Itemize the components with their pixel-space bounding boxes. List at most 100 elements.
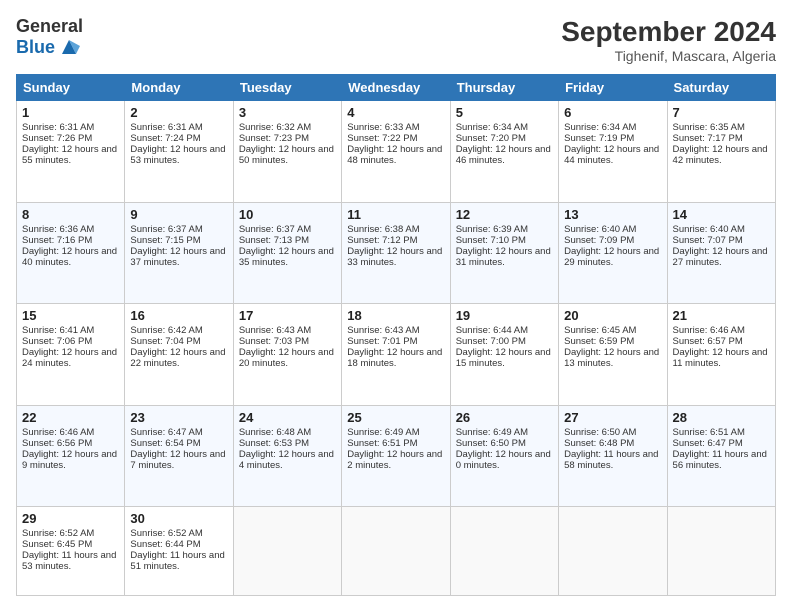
calendar-cell: 26 Sunrise: 6:49 AMSunset: 6:50 PMDayligh…	[450, 405, 558, 507]
day-number: 2	[130, 105, 227, 120]
title-area: September 2024 Tighenif, Mascara, Algeri…	[561, 16, 776, 64]
calendar-table: SundayMondayTuesdayWednesdayThursdayFrid…	[16, 74, 776, 596]
day-header-saturday: Saturday	[667, 75, 775, 101]
calendar-cell: 11 Sunrise: 6:38 AMSunset: 7:12 PMDayligh…	[342, 202, 450, 304]
calendar-cell: 29Sunrise: 6:52 AMSunset: 6:45 PMDayligh…	[17, 507, 125, 596]
day-info: Sunrise: 6:46 AMSunset: 6:56 PMDaylight:…	[22, 427, 119, 471]
calendar-cell: 28 Sunrise: 6:51 AMSunset: 6:47 PMDayligh…	[667, 405, 775, 507]
page: General Blue September 2024 Tighenif, Ma…	[0, 0, 792, 612]
calendar-cell	[667, 507, 775, 596]
day-number: 17	[239, 308, 336, 323]
calendar-cell: 4 Sunrise: 6:33 AMSunset: 7:22 PMDaylight…	[342, 101, 450, 203]
day-info: Sunrise: 6:39 AMSunset: 7:10 PMDaylight:…	[456, 224, 553, 268]
day-number: 15	[22, 308, 119, 323]
day-number: 10	[239, 207, 336, 222]
calendar-cell: 16 Sunrise: 6:42 AMSunset: 7:04 PMDayligh…	[125, 304, 233, 406]
day-info: Sunrise: 6:34 AMSunset: 7:20 PMDaylight:…	[456, 122, 553, 166]
calendar-week-row: 22 Sunrise: 6:46 AMSunset: 6:56 PMDayligh…	[17, 405, 776, 507]
calendar-cell	[559, 507, 667, 596]
day-info: Sunrise: 6:40 AMSunset: 7:09 PMDaylight:…	[564, 224, 661, 268]
header: General Blue September 2024 Tighenif, Ma…	[16, 16, 776, 64]
calendar-cell: 22 Sunrise: 6:46 AMSunset: 6:56 PMDayligh…	[17, 405, 125, 507]
day-number: 23	[130, 410, 227, 425]
day-number: 4	[347, 105, 444, 120]
day-number: 28	[673, 410, 770, 425]
day-info: Sunrise: 6:46 AMSunset: 6:57 PMDaylight:…	[673, 325, 770, 369]
day-number: 9	[130, 207, 227, 222]
calendar-cell: 5 Sunrise: 6:34 AMSunset: 7:20 PMDaylight…	[450, 101, 558, 203]
day-number: 19	[456, 308, 553, 323]
calendar-cell: 17 Sunrise: 6:43 AMSunset: 7:03 PMDayligh…	[233, 304, 341, 406]
calendar-cell: 20 Sunrise: 6:45 AMSunset: 6:59 PMDayligh…	[559, 304, 667, 406]
day-info: Sunrise: 6:38 AMSunset: 7:12 PMDaylight:…	[347, 224, 444, 268]
day-info: Sunrise: 6:37 AMSunset: 7:13 PMDaylight:…	[239, 224, 336, 268]
day-info: Sunrise: 6:34 AMSunset: 7:19 PMDaylight:…	[564, 122, 661, 166]
day-info: Sunrise: 6:45 AMSunset: 6:59 PMDaylight:…	[564, 325, 661, 369]
day-info: Sunrise: 6:50 AMSunset: 6:48 PMDaylight:…	[564, 427, 661, 471]
calendar-week-row: 8 Sunrise: 6:36 AMSunset: 7:16 PMDaylight…	[17, 202, 776, 304]
day-info: Sunrise: 6:47 AMSunset: 6:54 PMDaylight:…	[130, 427, 227, 471]
day-number: 18	[347, 308, 444, 323]
logo-text: General Blue	[16, 16, 83, 58]
calendar-cell: 1 Sunrise: 6:31 AMSunset: 7:26 PMDaylight…	[17, 101, 125, 203]
calendar-cell: 6 Sunrise: 6:34 AMSunset: 7:19 PMDaylight…	[559, 101, 667, 203]
day-header-tuesday: Tuesday	[233, 75, 341, 101]
day-number: 27	[564, 410, 661, 425]
calendar-cell	[342, 507, 450, 596]
day-info: Sunrise: 6:32 AMSunset: 7:23 PMDaylight:…	[239, 122, 336, 166]
day-info: Sunrise: 6:40 AMSunset: 7:07 PMDaylight:…	[673, 224, 770, 268]
day-number: 1	[22, 105, 119, 120]
day-number: 8	[22, 207, 119, 222]
day-number: 6	[564, 105, 661, 120]
day-number: 12	[456, 207, 553, 222]
day-info: Sunrise: 6:42 AMSunset: 7:04 PMDaylight:…	[130, 325, 227, 369]
day-info: Sunrise: 6:33 AMSunset: 7:22 PMDaylight:…	[347, 122, 444, 166]
logo-icon	[58, 36, 80, 58]
calendar-cell: 14Sunrise: 6:40 AMSunset: 7:07 PMDayligh…	[667, 202, 775, 304]
day-number: 26	[456, 410, 553, 425]
calendar-cell: 27 Sunrise: 6:50 AMSunset: 6:48 PMDayligh…	[559, 405, 667, 507]
day-number: 7	[673, 105, 770, 120]
calendar-week-row: 29Sunrise: 6:52 AMSunset: 6:45 PMDayligh…	[17, 507, 776, 596]
day-info: Sunrise: 6:51 AMSunset: 6:47 PMDaylight:…	[673, 427, 770, 471]
day-number: 3	[239, 105, 336, 120]
day-number: 24	[239, 410, 336, 425]
location: Tighenif, Mascara, Algeria	[561, 48, 776, 64]
day-info: Sunrise: 6:43 AMSunset: 7:03 PMDaylight:…	[239, 325, 336, 369]
day-number: 5	[456, 105, 553, 120]
day-info: Sunrise: 6:37 AMSunset: 7:15 PMDaylight:…	[130, 224, 227, 268]
day-info: Sunrise: 6:49 AMSunset: 6:50 PMDaylight:…	[456, 427, 553, 471]
day-header-thursday: Thursday	[450, 75, 558, 101]
calendar-cell: 23 Sunrise: 6:47 AMSunset: 6:54 PMDayligh…	[125, 405, 233, 507]
day-number: 30	[130, 511, 227, 526]
calendar-cell: 3 Sunrise: 6:32 AMSunset: 7:23 PMDaylight…	[233, 101, 341, 203]
day-info: Sunrise: 6:48 AMSunset: 6:53 PMDaylight:…	[239, 427, 336, 471]
day-info: Sunrise: 6:44 AMSunset: 7:00 PMDaylight:…	[456, 325, 553, 369]
day-number: 25	[347, 410, 444, 425]
day-number: 21	[673, 308, 770, 323]
calendar-cell: 10 Sunrise: 6:37 AMSunset: 7:13 PMDayligh…	[233, 202, 341, 304]
day-info: Sunrise: 6:41 AMSunset: 7:06 PMDaylight:…	[22, 325, 119, 369]
month-title: September 2024	[561, 16, 776, 48]
day-number: 11	[347, 207, 444, 222]
day-info: Sunrise: 6:36 AMSunset: 7:16 PMDaylight:…	[22, 224, 119, 268]
day-number: 20	[564, 308, 661, 323]
calendar-cell: 9 Sunrise: 6:37 AMSunset: 7:15 PMDaylight…	[125, 202, 233, 304]
calendar-cell: 30Sunrise: 6:52 AMSunset: 6:44 PMDayligh…	[125, 507, 233, 596]
calendar-cell: 8 Sunrise: 6:36 AMSunset: 7:16 PMDaylight…	[17, 202, 125, 304]
calendar-cell: 15 Sunrise: 6:41 AMSunset: 7:06 PMDayligh…	[17, 304, 125, 406]
day-number: 16	[130, 308, 227, 323]
day-info: Sunrise: 6:35 AMSunset: 7:17 PMDaylight:…	[673, 122, 770, 166]
logo: General Blue	[16, 16, 83, 58]
calendar-cell: 25Sunrise: 6:49 AMSunset: 6:51 PMDayligh…	[342, 405, 450, 507]
calendar-cell: 24 Sunrise: 6:48 AMSunset: 6:53 PMDayligh…	[233, 405, 341, 507]
day-number: 22	[22, 410, 119, 425]
day-info: Sunrise: 6:31 AMSunset: 7:26 PMDaylight:…	[22, 122, 119, 166]
calendar-cell: 12 Sunrise: 6:39 AMSunset: 7:10 PMDayligh…	[450, 202, 558, 304]
day-header-friday: Friday	[559, 75, 667, 101]
day-header-wednesday: Wednesday	[342, 75, 450, 101]
day-info: Sunrise: 6:43 AMSunset: 7:01 PMDaylight:…	[347, 325, 444, 369]
calendar-cell	[450, 507, 558, 596]
day-info: Sunrise: 6:52 AMSunset: 6:45 PMDaylight:…	[22, 528, 119, 572]
calendar-cell: 13Sunrise: 6:40 AMSunset: 7:09 PMDayligh…	[559, 202, 667, 304]
